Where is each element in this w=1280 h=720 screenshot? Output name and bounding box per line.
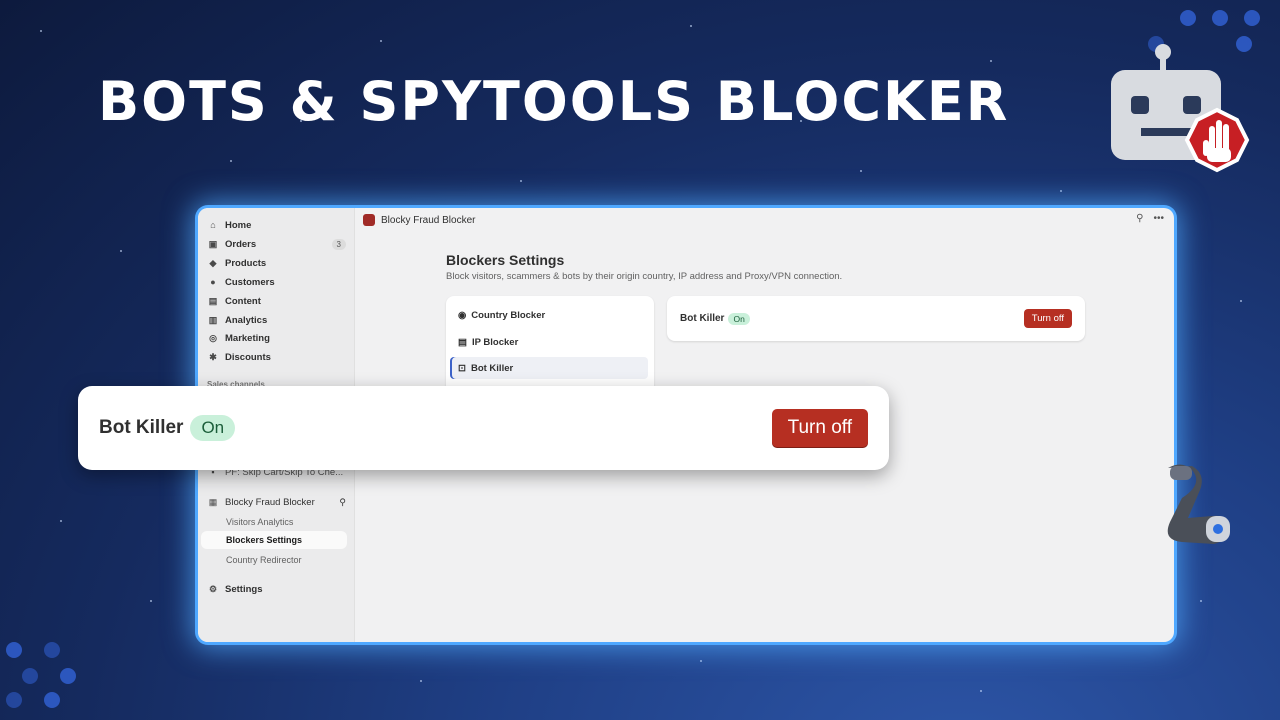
sidebar-sub-blockers-settings[interactable]: Blockers Settings (201, 531, 347, 549)
sidebar-item-label: Products (225, 257, 267, 269)
status-label: Bot Killer (680, 313, 725, 324)
sidebar-item-discounts[interactable]: ✱ Discounts (208, 348, 346, 366)
sidebar-item-products[interactable]: ◆ Products (208, 254, 346, 272)
page-subtitle: Block visitors, scammers & bots by their… (446, 271, 843, 282)
sidebar-sub-visitors-analytics[interactable]: Visitors Analytics (226, 517, 293, 527)
orders-count-badge: 3 (331, 238, 346, 250)
tab-label: Country Blocker (471, 309, 546, 321)
pin-icon[interactable]: ⚲ (1136, 213, 1143, 224)
bot-icon: ⊡ (458, 362, 466, 374)
globe-icon: ◉ (458, 309, 467, 321)
bar-chart-icon: ▥ (208, 314, 218, 325)
bot-killer-callout: Bot Killer On Turn off (78, 386, 889, 470)
content-icon: ▤ (208, 295, 218, 306)
tab-country-blocker[interactable]: ◉ Country Blocker (450, 304, 648, 326)
hero-title: BOTS & SPYTOOLS BLOCKER (98, 70, 1010, 133)
sidebar-item-label: Customers (225, 276, 275, 288)
sidebar-item-label: Blocky Fraud Blocker (225, 496, 315, 508)
callout-turn-off-button[interactable]: Turn off (771, 409, 868, 447)
callout-label: Bot Killer (99, 417, 184, 438)
gear-icon: ⚙ (208, 583, 218, 594)
topbar-actions: ⚲ ••• (1136, 213, 1164, 224)
robot-arm-icon (1167, 464, 1230, 544)
sidebar-item-content[interactable]: ▤ Content (208, 292, 346, 310)
tab-ip-blocker[interactable]: ▤ IP Blocker (450, 331, 648, 353)
sidebar-item-label: Marketing (225, 332, 270, 344)
person-icon: ● (210, 277, 216, 287)
app-topbar: Blocky Fraud Blocker ⚲ ••• (355, 208, 1174, 232)
blocky-logo-icon (363, 214, 375, 226)
sidebar-item-label: Settings (225, 583, 263, 595)
tab-label: IP Blocker (471, 336, 519, 348)
callout-status-badge: On (190, 415, 236, 441)
tab-label: Bot Killer (470, 362, 514, 374)
blocker-tabs: ◉ Country Blocker ▤ IP Blocker ⊡ Bot Kil… (446, 296, 654, 396)
target-icon: ◎ (209, 332, 217, 343)
sidebar-item-label: Analytics (225, 314, 268, 326)
sidebar-item-label: Home (225, 219, 252, 231)
sidebar-sub-country-redirector[interactable]: Country Redirector (226, 555, 302, 565)
turn-off-button[interactable]: Turn off (1023, 309, 1072, 328)
pin-icon[interactable]: ⚲ (339, 497, 346, 508)
blocky-app-icon: ▦ (208, 496, 218, 507)
orders-icon: ▣ (208, 238, 218, 249)
bot-killer-status-card: Bot Killer On Turn off (667, 296, 1085, 341)
status-badge: On (728, 312, 750, 325)
sidebar-item-analytics[interactable]: ▥ Analytics (208, 311, 346, 329)
sidebar-item-label: Discounts (225, 351, 271, 363)
sidebar-item-marketing[interactable]: ◎ Marketing (208, 329, 346, 347)
app-name: Blocky Fraud Blocker (381, 214, 476, 226)
more-icon[interactable]: ••• (1153, 213, 1164, 224)
page-title: Blockers Settings (446, 252, 565, 268)
sidebar-item-label: Content (225, 295, 261, 307)
robot-stop-icon (1111, 44, 1250, 173)
list-icon: ▤ (458, 336, 467, 348)
sidebar-item-settings[interactable]: ⚙ Settings (208, 580, 346, 598)
tab-bot-killer[interactable]: ⊡ Bot Killer (450, 357, 648, 379)
discount-icon: ✱ (209, 351, 217, 362)
sidebar-item-blocky[interactable]: ▦ Blocky Fraud Blocker ⚲ (208, 493, 346, 511)
tag-icon: ◆ (209, 257, 217, 268)
sidebar-item-orders[interactable]: ▣ Orders 3 (208, 235, 346, 253)
home-icon: ⌂ (210, 220, 216, 230)
sidebar-item-customers[interactable]: ● Customers (208, 273, 346, 291)
sidebar-item-home[interactable]: ⌂ Home (208, 216, 346, 234)
sidebar-item-label: Orders (225, 238, 257, 250)
